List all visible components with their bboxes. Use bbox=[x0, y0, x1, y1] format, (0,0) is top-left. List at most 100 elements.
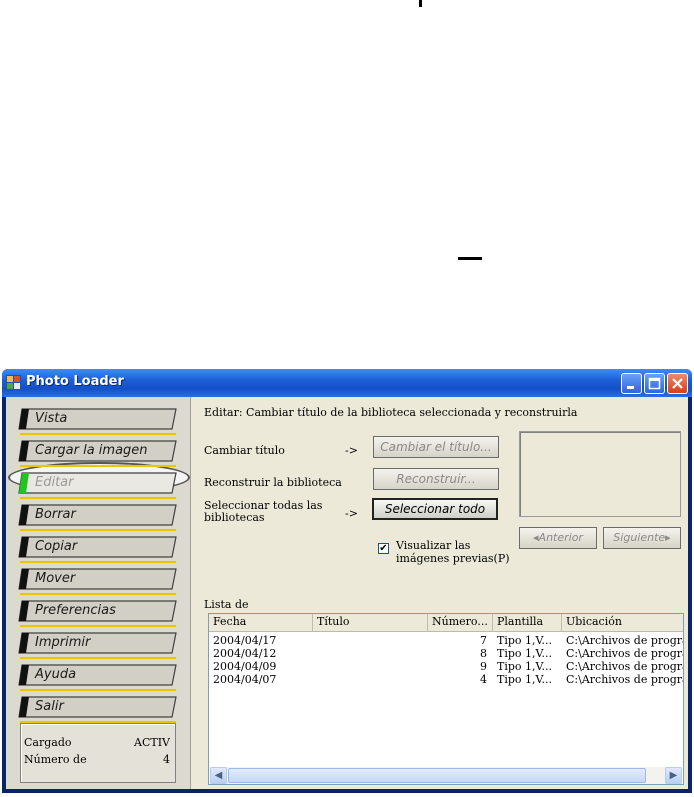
status-box: Cargado ACTIV Número de 4 bbox=[20, 723, 176, 783]
minimize-button[interactable] bbox=[621, 373, 642, 394]
change-title-label: Cambiar título bbox=[204, 444, 285, 457]
sidebar-item-label: Editar bbox=[35, 475, 74, 490]
window-title: Photo Loader bbox=[26, 374, 124, 389]
cell-plantilla: Tipo 1,V... bbox=[497, 634, 553, 647]
sidebar-separator bbox=[20, 689, 176, 691]
cell-ubicacion: C:\Archivos de progra bbox=[566, 634, 684, 647]
sidebar-item-label: Copiar bbox=[35, 539, 78, 554]
change-title-button[interactable]: Cambiar el título... bbox=[373, 436, 499, 458]
sidebar-item-7[interactable]: Imprimir bbox=[18, 632, 178, 654]
sidebar-separator bbox=[20, 625, 176, 627]
change-title-button-label: Cambiar el título... bbox=[380, 440, 492, 454]
loaded-label: Cargado bbox=[24, 736, 72, 749]
sidebar-item-6[interactable]: Preferencias bbox=[18, 600, 178, 622]
column-fecha[interactable]: Fecha bbox=[209, 614, 313, 631]
maximize-icon bbox=[648, 377, 661, 390]
table-row[interactable]: 2004/04/09 9 Tipo 1,V... C:\Archivos de pro… bbox=[209, 660, 684, 673]
sidebar-item-2[interactable]: Editar bbox=[18, 472, 178, 494]
sidebar-item-5[interactable]: Mover bbox=[18, 568, 178, 590]
close-button[interactable] bbox=[667, 373, 688, 394]
sidebar-separator bbox=[20, 561, 176, 563]
preview-checkbox-label-1: Visualizar las bbox=[396, 539, 471, 552]
dash-marker bbox=[458, 257, 482, 260]
edit-description: Editar: Cambiar título de la biblioteca … bbox=[204, 406, 578, 419]
scroll-thumb[interactable] bbox=[228, 768, 646, 783]
sidebar-item-4[interactable]: Copiar bbox=[18, 536, 178, 558]
select-all-button[interactable]: Seleccionar todo bbox=[372, 498, 498, 520]
rebuild-label: Reconstruir la biblioteca bbox=[204, 476, 342, 489]
loaded-value: ACTIV bbox=[134, 736, 170, 749]
sidebar-separator bbox=[20, 497, 176, 499]
sidebar-item-label: Vista bbox=[35, 411, 68, 426]
sidebar: Vista Cargar la imagen Editar Borrar Copiar M… bbox=[6, 397, 191, 789]
rebuild-button-label: Reconstruir... bbox=[396, 472, 476, 486]
cell-plantilla: Tipo 1,V... bbox=[497, 660, 553, 673]
top-marker-line bbox=[419, 0, 422, 7]
change-title-arrow: -> bbox=[345, 444, 358, 457]
rebuild-button[interactable]: Reconstruir... bbox=[373, 468, 499, 490]
cell-ubicacion: C:\Archivos de progra bbox=[566, 673, 684, 686]
sidebar-separator bbox=[20, 657, 176, 659]
preview-checkbox[interactable]: ✔ bbox=[378, 543, 389, 554]
sidebar-separator bbox=[20, 433, 176, 435]
sidebar-item-label: Ayuda bbox=[35, 667, 77, 682]
scroll-left-icon: ◀ bbox=[214, 770, 223, 781]
cell-fecha: 2004/04/17 bbox=[213, 634, 277, 647]
next-button[interactable]: Siguiente▸ bbox=[603, 527, 681, 549]
cell-ubicacion: C:\Archivos de progra bbox=[566, 647, 684, 660]
minimize-icon bbox=[627, 386, 634, 389]
scroll-left-button[interactable]: ◀ bbox=[210, 767, 227, 784]
scroll-right-button[interactable]: ▶ bbox=[665, 767, 682, 784]
preview-box bbox=[519, 431, 681, 517]
cell-ubicacion: C:\Archivos de progra bbox=[566, 660, 684, 673]
list-header: Fecha Título Número... Plantilla Ubicaci… bbox=[209, 614, 683, 632]
right-arrow-icon: ▸ bbox=[665, 531, 671, 544]
next-button-label: Siguiente bbox=[613, 531, 666, 544]
sidebar-item-label: Preferencias bbox=[35, 603, 116, 618]
number-value: 4 bbox=[163, 753, 170, 766]
preview-checkbox-label-2: imágenes previas(P) bbox=[396, 552, 510, 565]
horizontal-scrollbar[interactable]: ◀ ▶ bbox=[210, 767, 682, 784]
cell-fecha: 2004/04/09 bbox=[213, 660, 277, 673]
table-row[interactable]: 2004/04/07 4 Tipo 1,V... C:\Archivos de pro… bbox=[209, 673, 684, 686]
column-titulo[interactable]: Título bbox=[313, 614, 428, 631]
maximize-button[interactable] bbox=[644, 373, 665, 394]
sidebar-item-label: Cargar la imagen bbox=[35, 443, 148, 458]
sidebar-item-label: Imprimir bbox=[35, 635, 91, 650]
list-caption: Lista de bbox=[204, 598, 249, 611]
sidebar-item-9[interactable]: Salir bbox=[18, 696, 178, 718]
photo-loader-window: Photo Loader Vista Cargar la imagen Editar… bbox=[2, 369, 692, 793]
cell-numero: 9 bbox=[480, 660, 487, 673]
cell-numero: 4 bbox=[480, 673, 487, 686]
select-all-arrow: -> bbox=[345, 507, 358, 520]
sidebar-item-0[interactable]: Vista bbox=[18, 408, 178, 430]
scroll-right-icon: ▶ bbox=[669, 770, 678, 781]
title-bar[interactable]: Photo Loader bbox=[2, 369, 692, 397]
previous-button[interactable]: ◂Anterior bbox=[519, 527, 597, 549]
cell-plantilla: Tipo 1,V... bbox=[497, 647, 553, 660]
library-list[interactable]: Fecha Título Número... Plantilla Ubicaci… bbox=[208, 613, 684, 785]
sidebar-item-label: Salir bbox=[35, 699, 64, 714]
number-label: Número de bbox=[24, 753, 87, 766]
table-row[interactable]: 2004/04/17 7 Tipo 1,V... C:\Archivos de pro… bbox=[209, 634, 684, 647]
column-ubicacion[interactable]: Ubicación bbox=[562, 614, 683, 631]
close-icon bbox=[672, 378, 683, 389]
sidebar-separator bbox=[20, 593, 176, 595]
sidebar-item-label: Borrar bbox=[35, 507, 76, 522]
select-all-button-label: Seleccionar todo bbox=[384, 502, 486, 516]
sidebar-item-8[interactable]: Ayuda bbox=[18, 664, 178, 686]
column-numero[interactable]: Número... bbox=[428, 614, 493, 631]
sidebar-item-1[interactable]: Cargar la imagen bbox=[18, 440, 178, 462]
cell-numero: 7 bbox=[480, 634, 487, 647]
client-area: Vista Cargar la imagen Editar Borrar Copiar M… bbox=[6, 397, 688, 789]
cell-fecha: 2004/04/07 bbox=[213, 673, 277, 686]
table-row[interactable]: 2004/04/12 8 Tipo 1,V... C:\Archivos de pro… bbox=[209, 647, 684, 660]
cell-plantilla: Tipo 1,V... bbox=[497, 673, 553, 686]
column-plantilla[interactable]: Plantilla bbox=[493, 614, 562, 631]
sidebar-separator bbox=[20, 465, 176, 467]
app-icon bbox=[6, 375, 21, 390]
cell-fecha: 2004/04/12 bbox=[213, 647, 277, 660]
select-all-label-2: bibliotecas bbox=[204, 511, 265, 524]
sidebar-separator bbox=[20, 529, 176, 531]
sidebar-item-3[interactable]: Borrar bbox=[18, 504, 178, 526]
